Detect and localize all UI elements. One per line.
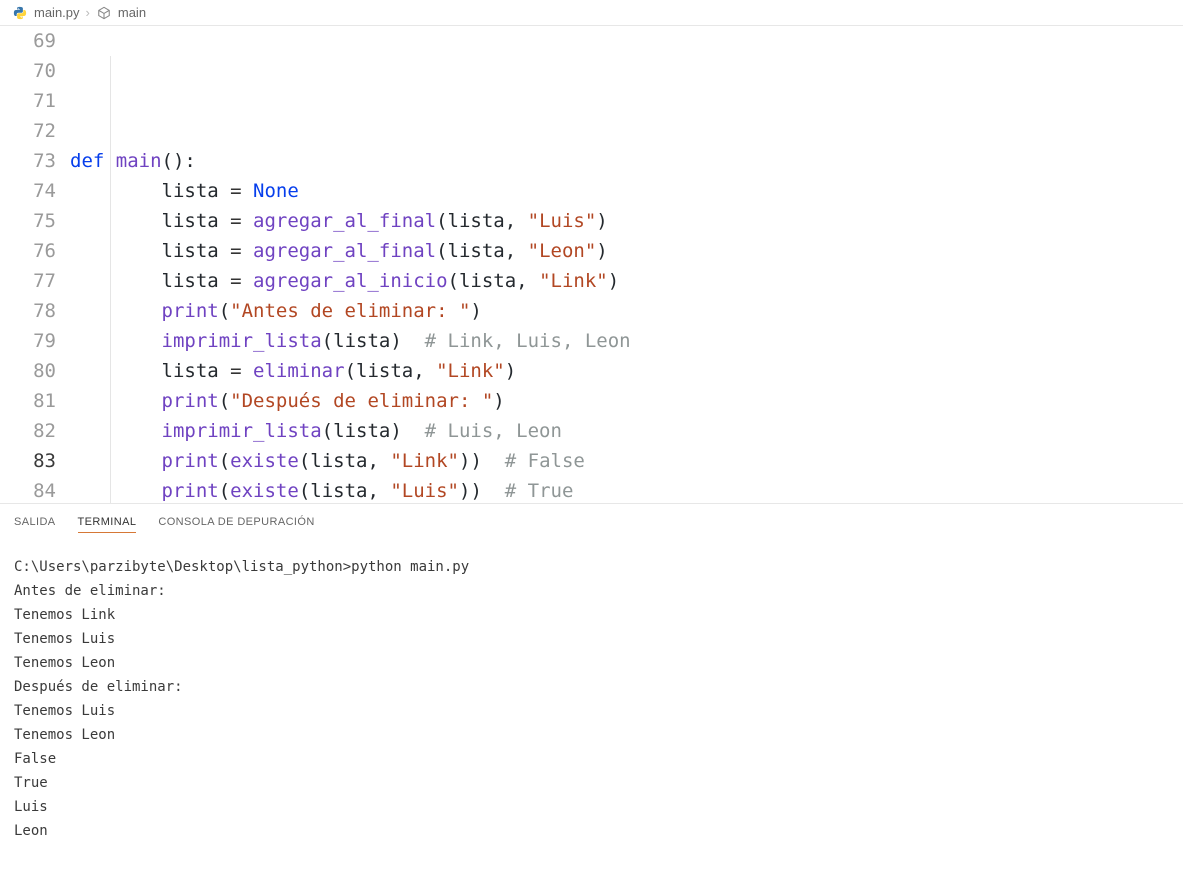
bottom-panel: SALIDA TERMINAL CONSOLA DE DEPURACIÓN C:…	[0, 503, 1183, 880]
python-icon	[12, 5, 28, 21]
line-number: 77	[0, 266, 56, 296]
line-number: 74	[0, 176, 56, 206]
line-number-gutter: 69707172737475767778798081828384	[0, 26, 70, 503]
line-number: 80	[0, 356, 56, 386]
code-line[interactable]	[70, 116, 1183, 146]
code-line[interactable]: imprimir_lista(lista) # Link, Luis, Leon	[70, 326, 1183, 356]
breadcrumb-symbol[interactable]: main	[118, 5, 146, 20]
breadcrumb-file[interactable]: main.py	[34, 5, 80, 20]
code-line[interactable]: lista = agregar_al_inicio(lista, "Link")	[70, 266, 1183, 296]
line-number: 78	[0, 296, 56, 326]
line-number: 82	[0, 416, 56, 446]
code-content[interactable]: def main(): lista = None lista = agregar…	[70, 26, 1183, 503]
tab-debug-console[interactable]: CONSOLA DE DEPURACIÓN	[158, 512, 314, 533]
indent-guide	[110, 56, 111, 503]
code-line[interactable]: print("Después de eliminar: ")	[70, 386, 1183, 416]
code-line[interactable]: def main():	[70, 146, 1183, 176]
line-number: 79	[0, 326, 56, 356]
line-number: 84	[0, 476, 56, 503]
tab-terminal[interactable]: TERMINAL	[78, 512, 137, 533]
line-number: 70	[0, 56, 56, 86]
breadcrumb-separator-icon: ›	[86, 5, 90, 20]
line-number: 83	[0, 446, 56, 476]
code-line[interactable]: print(existe(lista, "Link")) # False	[70, 446, 1183, 476]
line-number: 76	[0, 236, 56, 266]
line-number: 75	[0, 206, 56, 236]
code-line[interactable]: lista = eliminar(lista, "Link")	[70, 356, 1183, 386]
code-line[interactable]: lista = agregar_al_final(lista, "Leon")	[70, 236, 1183, 266]
terminal-output[interactable]: C:\Users\parzibyte\Desktop\lista_python>…	[0, 537, 1183, 861]
line-number: 73	[0, 146, 56, 176]
code-editor[interactable]: 69707172737475767778798081828384 def mai…	[0, 26, 1183, 503]
code-line[interactable]: print(existe(lista, "Luis")) # True	[70, 476, 1183, 503]
code-line[interactable]: print("Antes de eliminar: ")	[70, 296, 1183, 326]
breadcrumb: main.py › main	[0, 0, 1183, 26]
code-line[interactable]: lista = agregar_al_final(lista, "Luis")	[70, 206, 1183, 236]
panel-tabs: SALIDA TERMINAL CONSOLA DE DEPURACIÓN	[0, 504, 1183, 537]
module-icon	[96, 5, 112, 21]
code-line[interactable]: lista = None	[70, 176, 1183, 206]
line-number: 71	[0, 86, 56, 116]
line-number: 69	[0, 26, 56, 56]
line-number: 72	[0, 116, 56, 146]
tab-output[interactable]: SALIDA	[14, 512, 56, 533]
line-number: 81	[0, 386, 56, 416]
code-line[interactable]: imprimir_lista(lista) # Luis, Leon	[70, 416, 1183, 446]
